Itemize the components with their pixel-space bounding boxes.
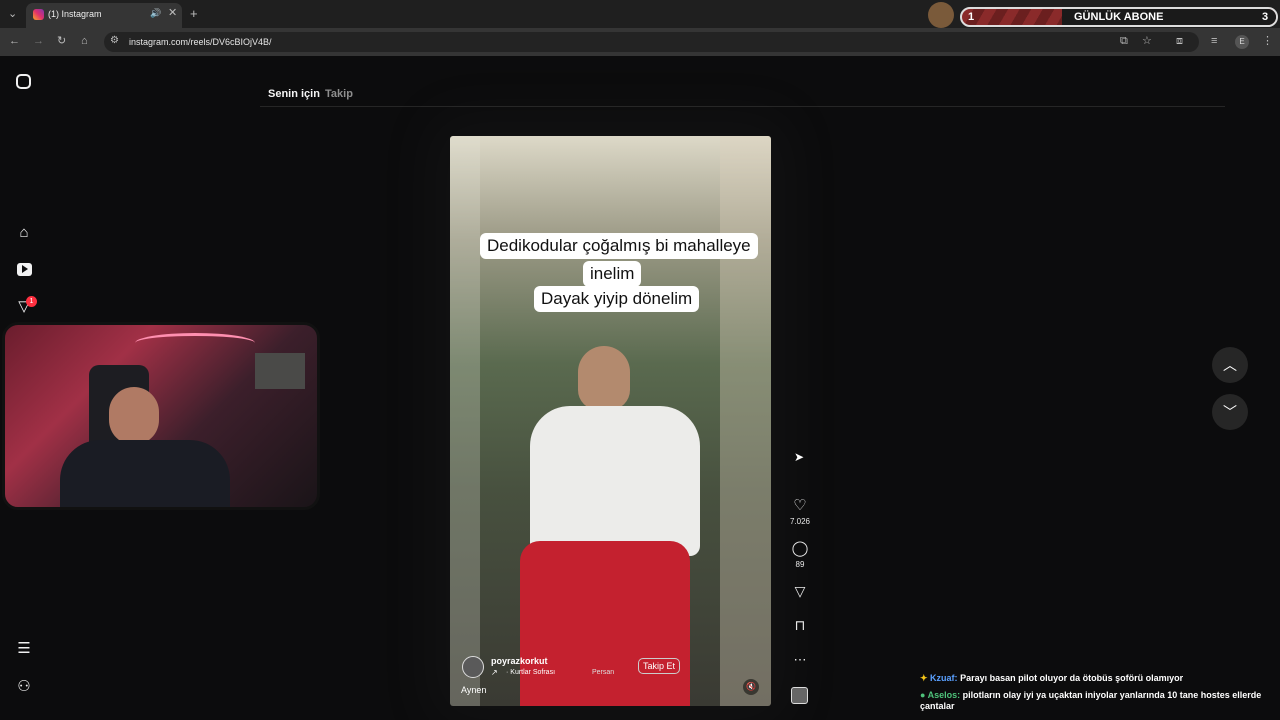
audio-extra: Persan	[592, 669, 615, 676]
chat-message: ✦ Kzuaf: Parayı basan pilot oluyor da öt…	[920, 673, 1276, 684]
apps-icon[interactable]: ⚇	[16, 679, 32, 695]
forward-icon[interactable]: →	[33, 36, 44, 47]
more-menu-icon[interactable]: ☰	[16, 641, 32, 657]
extensions-icon[interactable]: ⧈	[1176, 36, 1183, 47]
instagram-logo-icon[interactable]	[16, 74, 31, 89]
tab-for-you[interactable]: Senin için	[268, 88, 320, 100]
new-tab-icon[interactable]: +	[190, 7, 198, 20]
audio-thumbnail[interactable]	[791, 687, 808, 704]
share-icon[interactable]: ▽	[788, 583, 812, 600]
reload-icon[interactable]: ↻	[57, 36, 66, 47]
like-icon[interactable]: ♡	[788, 496, 812, 514]
streamer-body	[60, 440, 230, 507]
comment-count: 89	[795, 560, 805, 569]
chat-message: ● Aselos: pilotların olay iyi ya uçaktan…	[920, 690, 1276, 712]
author-avatar[interactable]	[462, 656, 484, 678]
tab-title: (1) Instagram	[48, 9, 102, 19]
save-icon[interactable]: ⊓	[788, 617, 812, 634]
video-person-pants	[520, 541, 690, 706]
bookmark-star-icon[interactable]: ☆	[1142, 36, 1152, 47]
address-bar[interactable]: ⚙ instagram.com/reels/DV6cBIOjV4B/ ⧉ ☆	[104, 32, 1199, 52]
widget-avatar	[928, 2, 954, 28]
mouse-cursor-icon: ➤	[794, 450, 805, 464]
neon-sign	[135, 333, 255, 353]
widget-rank: 1	[968, 11, 975, 23]
tab-search-icon[interactable]: ⌄	[8, 9, 17, 20]
browser-tab[interactable]: (1) Instagram 🔊 ✕	[26, 3, 182, 28]
caption-line-3: Dayak yiyip dönelim	[534, 286, 700, 312]
chat-badge-icon: ●	[920, 690, 928, 700]
caption-line-2: inelim	[583, 261, 642, 287]
reading-list-icon[interactable]: ≡	[1211, 36, 1217, 47]
chat-user: Kzuaf:	[930, 673, 958, 683]
previous-reel-button[interactable]: ︿	[1212, 347, 1248, 383]
comment-icon[interactable]: ◯	[788, 539, 812, 557]
mute-icon[interactable]: 🔇	[743, 679, 759, 695]
reel-tag: Aynen	[461, 685, 487, 695]
home-nav-icon[interactable]: ⌂	[16, 225, 32, 241]
video-person-shirt	[530, 406, 700, 556]
home-icon[interactable]: ⌂	[81, 36, 88, 47]
chat-text: pilotların olay iyi ya uçaktan iniyolar …	[920, 690, 1262, 711]
streamer-head	[109, 387, 159, 445]
speaker-icon[interactable]: 🔊	[150, 9, 161, 18]
install-app-icon[interactable]: ⧉	[1120, 36, 1128, 47]
next-reel-button[interactable]: ﹀	[1212, 394, 1248, 430]
instagram-favicon-icon	[33, 9, 44, 20]
chat-overlay: ✦ Kzuaf: Parayı basan pilot oluyor da öt…	[920, 673, 1276, 712]
webcam-overlay	[2, 322, 320, 510]
reels-nav-icon[interactable]	[17, 263, 32, 276]
feed-divider	[260, 106, 1225, 107]
url-text: instagram.com/reels/DV6cBIOjV4B/	[129, 37, 272, 47]
chat-badge-icon: ✦	[920, 673, 931, 683]
chat-user: Aselos:	[927, 690, 961, 700]
tab-following[interactable]: Takip	[325, 88, 353, 100]
subscriber-goal-widget: 1 GÜNLÜK ABONE 3	[960, 7, 1278, 27]
chat-text: Parayı basan pilot oluyor da ötobüs şofö…	[960, 673, 1184, 683]
widget-count: 3	[1262, 11, 1269, 23]
notification-badge: 1	[26, 296, 37, 307]
video-wall-poster	[720, 136, 771, 706]
audio-arrow-icon: ↗	[491, 668, 498, 677]
follow-button[interactable]: Takip Et	[638, 658, 681, 674]
wall-monitor	[255, 353, 305, 389]
reel-video[interactable]: Dedikodular çoğalmış bi mahalleye inelim…	[450, 136, 771, 706]
profile-avatar[interactable]: E	[1235, 35, 1249, 49]
caption-line-1: Dedikodular çoğalmış bi mahalleye	[480, 233, 758, 259]
back-icon[interactable]: ←	[9, 36, 20, 47]
menu-dots-icon[interactable]: ⋮	[1262, 36, 1273, 47]
site-info-icon[interactable]: ⚙	[110, 36, 119, 46]
like-count: 7.026	[789, 517, 811, 526]
audio-track[interactable]: · Kurtlar Sofrası	[506, 669, 555, 676]
tab-close-icon[interactable]: ✕	[168, 8, 177, 19]
video-person-head	[578, 346, 630, 410]
video-door-frame	[450, 136, 480, 706]
more-options-icon[interactable]: ⋯	[788, 652, 812, 668]
widget-title: GÜNLÜK ABONE	[1074, 11, 1164, 23]
author-name[interactable]: poyrazkorkut	[491, 656, 548, 666]
